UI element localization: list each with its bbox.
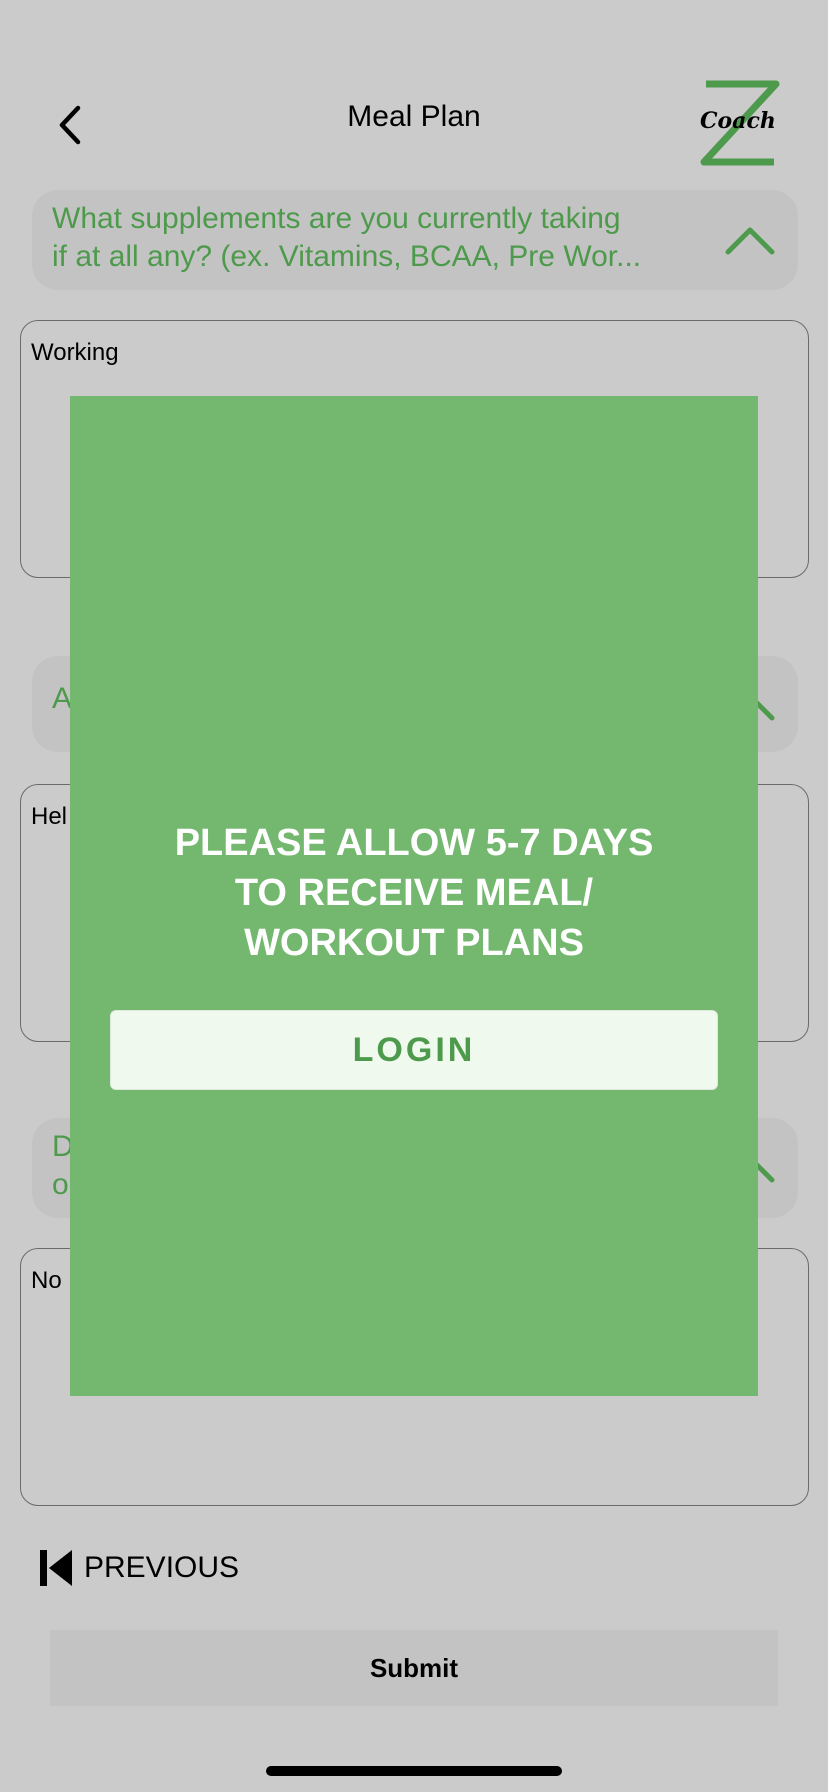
logo-text: Coach bbox=[700, 108, 776, 134]
previous-button[interactable]: PREVIOUS bbox=[40, 1548, 239, 1588]
skip-back-icon bbox=[40, 1550, 72, 1586]
modal-message: PLEASE ALLOW 5-7 DAYS TO RECEIVE MEAL/ W… bbox=[174, 822, 654, 964]
app-header: Meal Plan Coach bbox=[0, 0, 828, 190]
home-indicator bbox=[266, 1766, 562, 1776]
submit-button[interactable]: Submit bbox=[50, 1630, 778, 1706]
question-text: What supplements are you currently takin… bbox=[52, 202, 642, 273]
question-accordion[interactable]: What supplements are you currently takin… bbox=[32, 190, 798, 290]
notice-modal: PLEASE ALLOW 5-7 DAYS TO RECEIVE MEAL/ W… bbox=[70, 396, 758, 1396]
chevron-up-icon[interactable] bbox=[720, 220, 780, 260]
login-button[interactable]: LOGIN bbox=[110, 1010, 718, 1090]
answer-text: Hel bbox=[31, 803, 68, 830]
previous-label: PREVIOUS bbox=[84, 1551, 240, 1584]
coach-z-logo: Coach bbox=[696, 78, 786, 170]
answer-text: Working bbox=[31, 339, 119, 366]
answer-text: No bbox=[31, 1267, 62, 1294]
